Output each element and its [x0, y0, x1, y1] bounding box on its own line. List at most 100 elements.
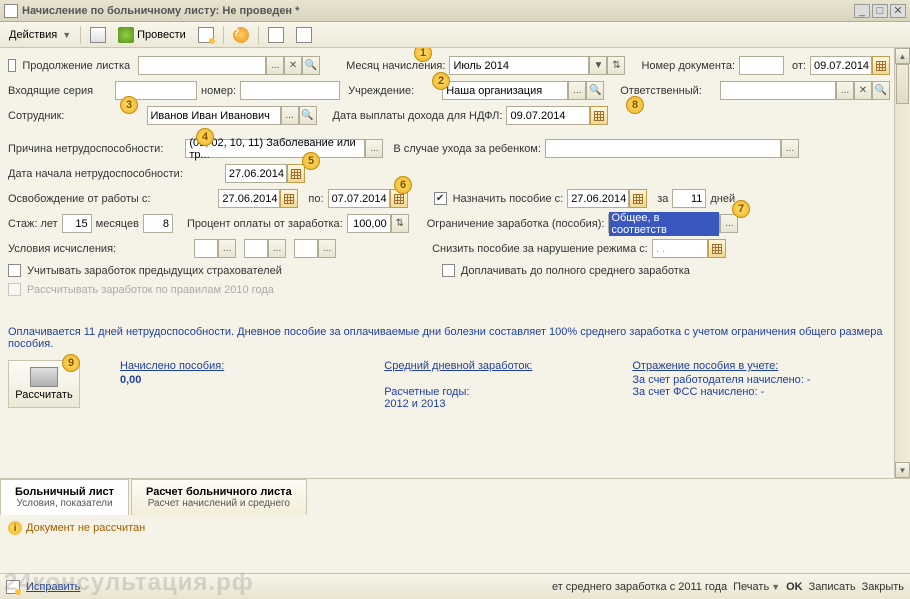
ok-button[interactable]: OK	[786, 581, 803, 593]
assign-cal[interactable]	[629, 189, 647, 208]
month-input[interactable]: Июль 2014	[449, 56, 589, 75]
employee-select[interactable]: ...	[281, 106, 299, 125]
list1-button[interactable]	[263, 25, 289, 45]
childcare-input[interactable]	[545, 139, 781, 158]
assign-input[interactable]: 27.06.2014	[567, 189, 629, 208]
assign-label: Назначить пособие с:	[453, 193, 564, 205]
continuation-checkbox[interactable]	[8, 59, 16, 72]
help-button[interactable]: ?	[228, 25, 254, 45]
badge-9: 9	[62, 354, 80, 372]
date-calendar[interactable]	[872, 56, 890, 75]
assign-checkbox[interactable]	[434, 192, 447, 205]
accrued-label[interactable]: Начислено пособия:	[120, 360, 224, 372]
new-button[interactable]	[85, 25, 111, 45]
avg-label[interactable]: Средний дневной заработок:	[384, 360, 532, 372]
cond1-input[interactable]	[194, 239, 218, 258]
close-button[interactable]: ✕	[890, 4, 906, 18]
violation-cal[interactable]	[708, 239, 726, 258]
fix-link[interactable]: Исправить	[26, 581, 80, 593]
cond3-input[interactable]	[294, 239, 318, 258]
assign-za: за	[657, 193, 668, 205]
org-input[interactable]: Наша организация	[442, 81, 568, 100]
tab-calculation[interactable]: Расчет больничного листа Расчет начислен…	[131, 479, 307, 515]
badge-4: 4	[196, 128, 214, 146]
employee-search[interactable]: 🔍	[299, 106, 317, 125]
tabs: Больничный лист Условия, показатели Расч…	[0, 478, 910, 515]
close-button-footer[interactable]: Закрыть	[862, 581, 904, 593]
payday-label: Дата выплаты дохода для НДФЛ:	[333, 110, 503, 122]
limit-label: Ограничение заработка (пособия):	[427, 218, 605, 230]
scroll-up[interactable]: ▲	[895, 48, 910, 64]
continuation-clear[interactable]: ✕	[284, 56, 302, 75]
maximize-button[interactable]: □	[872, 4, 888, 18]
badge-8: 8	[626, 96, 644, 114]
badge-2: 2	[432, 72, 450, 90]
badge-5: 5	[302, 152, 320, 170]
resp-input[interactable]	[720, 81, 836, 100]
childcare-select[interactable]: ...	[781, 139, 799, 158]
month-dropdown[interactable]: ▼	[589, 56, 607, 75]
innum-input[interactable]	[240, 81, 340, 100]
prev-insurers-checkbox[interactable]	[8, 264, 21, 277]
violation-input[interactable]: . .	[652, 239, 708, 258]
startdate-calendar[interactable]	[287, 164, 305, 183]
window-title: Начисление по больничному листу: Не пров…	[22, 5, 299, 17]
percent-spin[interactable]: ⇅	[391, 214, 409, 233]
release-from-cal[interactable]	[280, 189, 298, 208]
save-button[interactable]: Записать	[809, 581, 856, 593]
month-spin[interactable]: ⇅	[607, 56, 625, 75]
percent-input[interactable]: 100,00	[347, 214, 391, 233]
reason-label: Причина нетрудоспособности:	[8, 143, 163, 155]
scroll-thumb[interactable]	[896, 64, 909, 104]
inseries-num-label: номер:	[201, 85, 236, 97]
stazh-years-input[interactable]: 15	[62, 214, 92, 233]
stazh-months-label: месяцев	[96, 218, 139, 230]
date-input[interactable]: 09.07.2014	[810, 56, 872, 75]
startdate-input[interactable]: 27.06.2014	[225, 164, 287, 183]
list2-button[interactable]	[291, 25, 317, 45]
org-select[interactable]: ...	[568, 81, 586, 100]
calculator-icon	[30, 367, 58, 387]
statusbar: Исправить ет среднего заработка с 2011 г…	[0, 573, 910, 599]
content-area: 1 2 3 4 5 6 7 8 Продолжение листка ... ✕…	[0, 48, 910, 478]
continuation-input[interactable]	[138, 56, 266, 75]
warning-row: i Документ не рассчитан	[0, 515, 910, 541]
pay-full-checkbox[interactable]	[442, 264, 455, 277]
payday-calendar[interactable]	[590, 106, 608, 125]
print-button[interactable]: Печать▼	[733, 581, 780, 593]
limit-input[interactable]: Общее, в соответств	[608, 214, 720, 233]
scroll-down[interactable]: ▼	[895, 462, 910, 478]
provesti-button[interactable]: Провести	[113, 25, 191, 45]
docnum-label: Номер документа:	[641, 60, 735, 72]
continuation-select[interactable]: ...	[266, 56, 284, 75]
stazh-months-input[interactable]: 8	[143, 214, 173, 233]
release-to-input[interactable]: 07.07.2014	[328, 189, 390, 208]
cond2-select[interactable]: ...	[268, 239, 286, 258]
release-from-input[interactable]: 27.06.2014	[218, 189, 280, 208]
employer-value: За счет работодателя начислено: -	[632, 374, 810, 386]
cond2-input[interactable]	[244, 239, 268, 258]
sheet-button[interactable]	[193, 25, 219, 45]
tab-sicklist[interactable]: Больничный лист Условия, показатели	[0, 479, 129, 515]
payday-input[interactable]: 09.07.2014	[506, 106, 590, 125]
resp-search[interactable]: 🔍	[872, 81, 890, 100]
continuation-search[interactable]: 🔍	[302, 56, 320, 75]
employee-input[interactable]: Иванов Иван Иванович	[147, 106, 281, 125]
info-text: Оплачивается 11 дней нетрудоспособности.…	[8, 326, 890, 350]
prev-insurers-label: Учитывать заработок предыдущих страховат…	[27, 265, 282, 277]
scrollbar[interactable]: ▲ ▼	[894, 48, 910, 478]
cond1-select[interactable]: ...	[218, 239, 236, 258]
org-search[interactable]: 🔍	[586, 81, 604, 100]
minimize-button[interactable]: _	[854, 4, 870, 18]
assign-days-input[interactable]: 11	[672, 189, 706, 208]
reflect-label[interactable]: Отражение пособия в учете:	[632, 360, 810, 372]
reason-select[interactable]: ...	[365, 139, 383, 158]
badge-3: 3	[120, 96, 138, 114]
resp-clear[interactable]: ✕	[854, 81, 872, 100]
cond3-select[interactable]: ...	[318, 239, 336, 258]
resp-select[interactable]: ...	[836, 81, 854, 100]
rules2010-checkbox	[8, 283, 21, 296]
actions-menu[interactable]: Действия▼	[4, 25, 76, 45]
docnum-input[interactable]	[739, 56, 784, 75]
percent-label: Процент оплаты от заработка:	[187, 218, 343, 230]
